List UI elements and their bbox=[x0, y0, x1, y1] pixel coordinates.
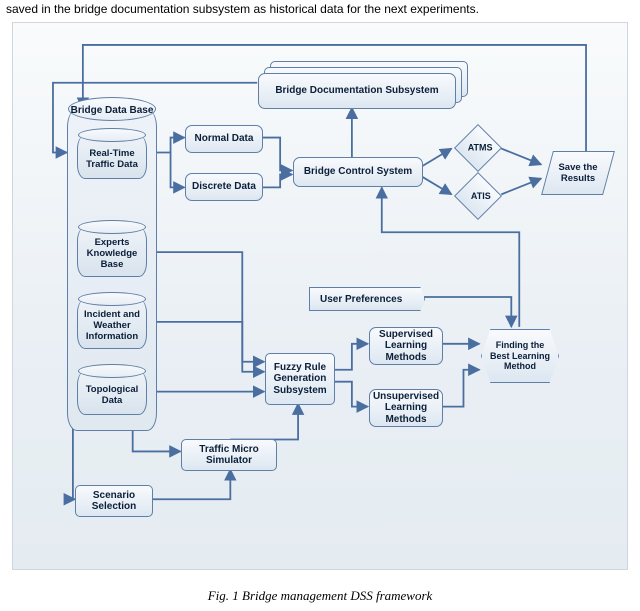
node-finding-best: Finding the Best Learning Method bbox=[481, 329, 559, 383]
db-item-incident: Incident and Weather Information bbox=[77, 299, 147, 349]
figure-caption: Fig. 1 Bridge management DSS framework bbox=[0, 588, 640, 604]
db-title: Bridge Data Base bbox=[68, 105, 156, 116]
node-user-preferences: User Preferences bbox=[309, 287, 425, 311]
db-item-experts: Experts Knowledge Base bbox=[77, 227, 147, 277]
page-text-fragment: saved in the bridge documentation subsys… bbox=[0, 0, 640, 18]
node-save-results: Save the Results bbox=[541, 151, 615, 195]
db-item-realtime: Real-Time Traffic Data bbox=[77, 135, 147, 179]
node-unsupervised: Unsupervised Learning Methods bbox=[369, 389, 443, 427]
node-normal-data: Normal Data bbox=[185, 125, 263, 153]
db-item-topo: Topological Data bbox=[77, 371, 147, 415]
node-fuzzy: Fuzzy Rule Generation Subsystem bbox=[265, 353, 335, 405]
node-bridge-documentation: Bridge Documentation Subsystem bbox=[258, 73, 456, 109]
node-bridge-control: Bridge Control System bbox=[293, 157, 423, 187]
diagram-canvas: Bridge Data Base Real-Time Traffic Data … bbox=[12, 22, 628, 570]
node-traffic-sim: Traffic Micro Simulator bbox=[181, 439, 277, 471]
node-atms: ATMS bbox=[454, 124, 502, 172]
node-atis: ATIS bbox=[454, 172, 502, 220]
node-supervised: Supervised Learning Methods bbox=[369, 327, 443, 365]
node-discrete-data: Discrete Data bbox=[185, 173, 263, 201]
node-scenario: Scenario Selection bbox=[75, 485, 153, 517]
